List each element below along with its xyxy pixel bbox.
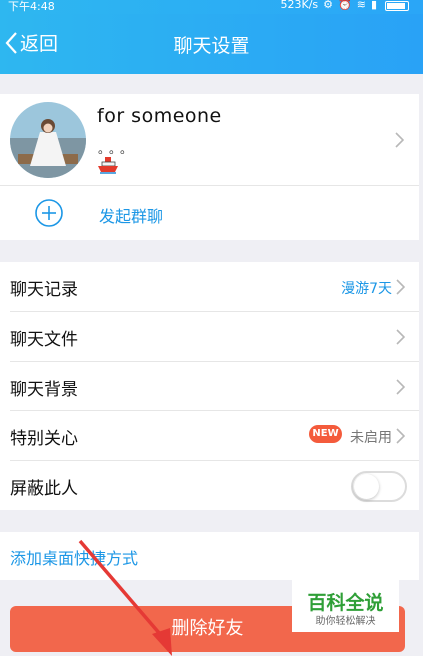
boat-icon	[98, 157, 118, 174]
group-chat-button[interactable]: 发起群聊	[0, 186, 419, 240]
row-label: 屏蔽此人	[10, 479, 78, 499]
new-badge: NEW	[309, 425, 342, 443]
chevron-right-icon	[395, 132, 404, 148]
watermark: 百科全说 助你轻松解决	[292, 580, 399, 632]
status-bar: 下午4:48 523K/s ⚙ ⏰ ≋ ▮	[0, 0, 423, 14]
status-dots: 。。。	[98, 142, 138, 156]
add-shortcut-label: 添加桌面快捷方式	[10, 549, 139, 568]
page-title: 聊天设置	[173, 35, 250, 57]
contact-name: for someone	[97, 105, 222, 127]
row-chat-files[interactable]: 聊天文件	[0, 312, 419, 361]
row-value: 漫游7天	[341, 281, 392, 297]
row-label: 特别关心	[10, 429, 78, 449]
row-label: 聊天记录	[10, 280, 78, 300]
row-label: 聊天文件	[10, 330, 78, 350]
chevron-right-icon	[396, 379, 405, 395]
add-circle-icon	[35, 199, 63, 227]
watermark-title: 百科全说	[307, 592, 384, 614]
avatar[interactable]	[10, 102, 86, 178]
row-chat-background[interactable]: 聊天背景	[0, 362, 419, 411]
alarm-icon: ⏰	[338, 0, 352, 11]
add-shortcut-row[interactable]: 添加桌面快捷方式	[0, 532, 419, 580]
network-speed: 523K/s	[280, 0, 319, 11]
row-label: 聊天背景	[10, 380, 78, 400]
chevron-right-icon	[396, 329, 405, 345]
title-bar: 返回 聊天设置	[0, 14, 423, 74]
signal-icon: ▮	[370, 0, 377, 11]
group-chat-label: 发起群聊	[99, 207, 164, 226]
settings-icon: ⚙	[323, 0, 334, 11]
row-value: 未启用	[350, 430, 392, 446]
wifi-icon: ≋	[356, 0, 366, 11]
watermark-subtitle: 助你轻松解决	[315, 616, 376, 627]
toggle-knob	[354, 474, 379, 499]
chevron-right-icon	[396, 279, 405, 295]
block-toggle[interactable]	[351, 471, 407, 502]
row-special-care[interactable]: 特别关心 NEW 未启用	[0, 411, 419, 460]
battery-icon	[385, 1, 409, 11]
chevron-right-icon	[396, 428, 405, 444]
profile-card: for someone 。。。 发起群聊	[0, 94, 419, 240]
settings-list: 聊天记录 漫游7天 聊天文件 聊天背景 特别关心 NEW 未启用 屏蔽此人	[0, 262, 419, 510]
status-time: 下午4:48	[8, 0, 55, 13]
row-chat-history[interactable]: 聊天记录 漫游7天	[0, 262, 419, 311]
row-block-contact: 屏蔽此人	[0, 461, 419, 510]
status-indicators: 523K/s ⚙ ⏰ ≋ ▮	[280, 0, 377, 11]
